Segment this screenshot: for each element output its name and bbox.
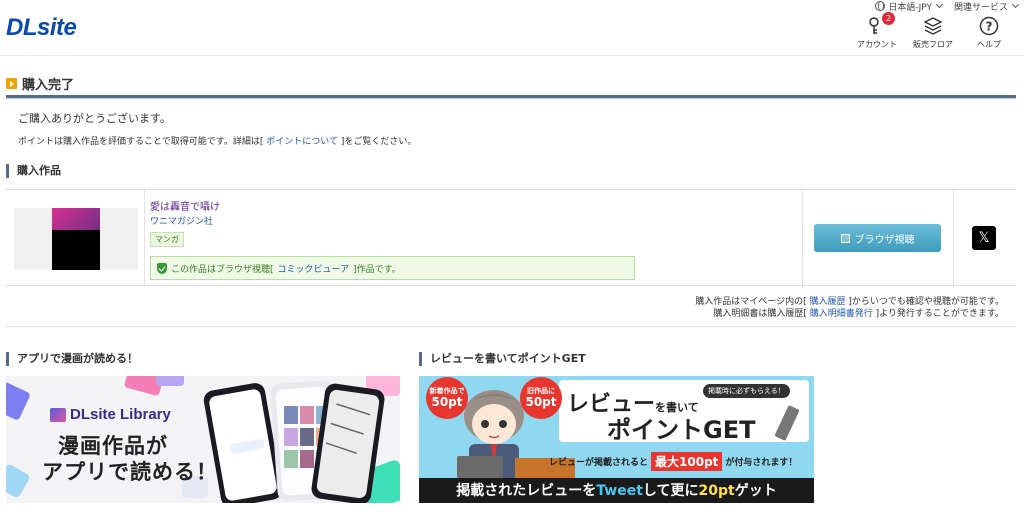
section-divider <box>6 326 1016 327</box>
help-icon: ? <box>979 16 999 36</box>
play-icon <box>6 78 17 89</box>
dlsite-logo[interactable]: DLsite <box>6 14 77 42</box>
review-sub-pre: レビューが掲載されると <box>549 458 649 468</box>
cell-divider <box>144 190 145 287</box>
account-label: アカウント <box>857 40 897 49</box>
comic-viewer-link[interactable]: コミックビューア <box>278 262 350 275</box>
library-icon <box>50 407 66 422</box>
points-text-pre: ポイントは購入作品を評価することで取得可能です。詳細は[ <box>18 137 267 147</box>
browser-view-button[interactable]: ブラウザ視聴 <box>814 224 941 252</box>
chevron-down-icon <box>935 0 944 9</box>
chevron-down-icon <box>1011 0 1020 9</box>
app-banner-line2: アプリで読める！ <box>42 460 218 484</box>
notice-text-post: ]作品です。 <box>353 264 401 275</box>
account-badge: 2 <box>882 12 895 25</box>
dlsite-library-logo: DLsite Library <box>50 406 171 423</box>
work-maker-link[interactable]: ワニマガジン社 <box>150 214 213 227</box>
topbar: 日本語-JPY 関連サービス <box>875 0 1020 13</box>
thanks-message: ご購入ありがとうございます。 <box>18 112 171 125</box>
review-banner[interactable]: 新着作品で 50pt 旧作品に 50pt 掲載時に必ずもらえる！ レビューを書い… <box>419 376 814 503</box>
store-floor-button[interactable]: 販売フロア <box>912 16 954 50</box>
viewer-icon <box>840 233 850 243</box>
app-banner-heading: アプリで漫画が読める！ <box>6 352 138 366</box>
review-bottom-post: ゲット <box>734 483 777 499</box>
review-bottom-pt: 20pt <box>698 483 735 499</box>
cover-censor <box>52 230 100 270</box>
genre-tag[interactable]: マンガ <box>150 232 184 247</box>
library-brand: DLsite Library <box>70 406 171 423</box>
review-bottom-line: 掲載されたレビューをTweetして更に20ptゲット <box>419 480 814 500</box>
header-icons: 2 アカウント 販売フロア ? ヘルプ <box>856 12 1010 50</box>
purchased-works-heading: 購入作品 <box>6 164 61 178</box>
points-text-post: ]をご覧ください。 <box>337 137 417 147</box>
review-sub-post: が付与されます！ <box>725 458 798 468</box>
x-share-icon[interactable]: 𝕏 <box>972 226 996 250</box>
old-work-badge-value: 50pt <box>525 395 557 409</box>
invoice-note: 購入明細書は購入履歴[ 購入明細書発行 ]より発行することができます。 <box>713 306 1004 319</box>
related-services-label: 関連サービス <box>953 2 1008 13</box>
review-bottom-mid: して更に <box>642 483 699 499</box>
language-selector[interactable]: 日本語-JPY <box>875 0 944 13</box>
account-button[interactable]: 2 アカウント <box>856 12 898 50</box>
guaranteed-tag: 掲載時に必ずもらえる！ <box>703 384 790 398</box>
notice-text-pre: この作品はブラウザ視聴[ <box>171 264 274 275</box>
help-label: ヘルプ <box>977 40 1001 49</box>
cell-divider <box>953 190 954 287</box>
page-title: 購入完了 <box>6 74 74 93</box>
help-button[interactable]: ? ヘルプ <box>968 16 1010 50</box>
purchased-work-row: 愛は轟音で囁け ワニマガジン社 マンガ この作品はブラウザ視聴[ コミックビュー… <box>6 189 1016 287</box>
review-bottom-tweet: Tweet <box>596 483 643 499</box>
language-label: 日本語-JPY <box>888 2 932 13</box>
new-work-badge-value: 50pt <box>431 395 463 409</box>
invoice-issue-link[interactable]: 購入明細書発行 <box>810 309 873 319</box>
points-about-link[interactable]: ポイントについて <box>266 137 338 147</box>
svg-text:?: ? <box>986 20 993 34</box>
review-subline: レビューが掲載されると 最大100pt が付与されます！ <box>549 452 797 471</box>
browser-view-notice: この作品はブラウザ視聴[ コミックビューア ]作品です。 <box>150 256 635 280</box>
review-headline-2: ポイントGET <box>607 416 756 444</box>
review-banner-heading: レビューを書いてポイントGET <box>419 352 586 366</box>
page-title-text: 購入完了 <box>22 78 75 93</box>
work-title-link[interactable]: 愛は轟音で囁け <box>150 198 220 213</box>
browser-view-label: ブラウザ視聴 <box>854 234 915 246</box>
globe-icon <box>875 1 886 11</box>
work-thumbnail[interactable] <box>14 208 138 270</box>
store-floor-label: 販売フロア <box>913 40 953 49</box>
app-banner[interactable]: DLsite Library 漫画作品が アプリで読める！ <box>6 376 400 503</box>
cell-divider <box>802 190 803 287</box>
invoice-note-pre: 購入明細書は購入履歴[ <box>713 309 810 319</box>
layers-icon <box>923 17 943 35</box>
title-underline <box>6 95 1016 99</box>
shield-check-icon <box>157 262 167 274</box>
review-sub-max: 最大100pt <box>651 452 723 471</box>
review-bottom-pre: 掲載されたレビューを <box>456 483 597 499</box>
site-header: DLsite 日本語-JPY 関連サービス 2 アカウント 販売フロア ? ヘル… <box>0 0 1024 56</box>
invoice-note-post: ]より発行することができます。 <box>872 309 1004 319</box>
points-message: ポイントは購入作品を評価することで取得可能です。詳細は[ ポイントについて ]を… <box>18 134 416 147</box>
related-services-menu[interactable]: 関連サービス <box>953 0 1020 13</box>
